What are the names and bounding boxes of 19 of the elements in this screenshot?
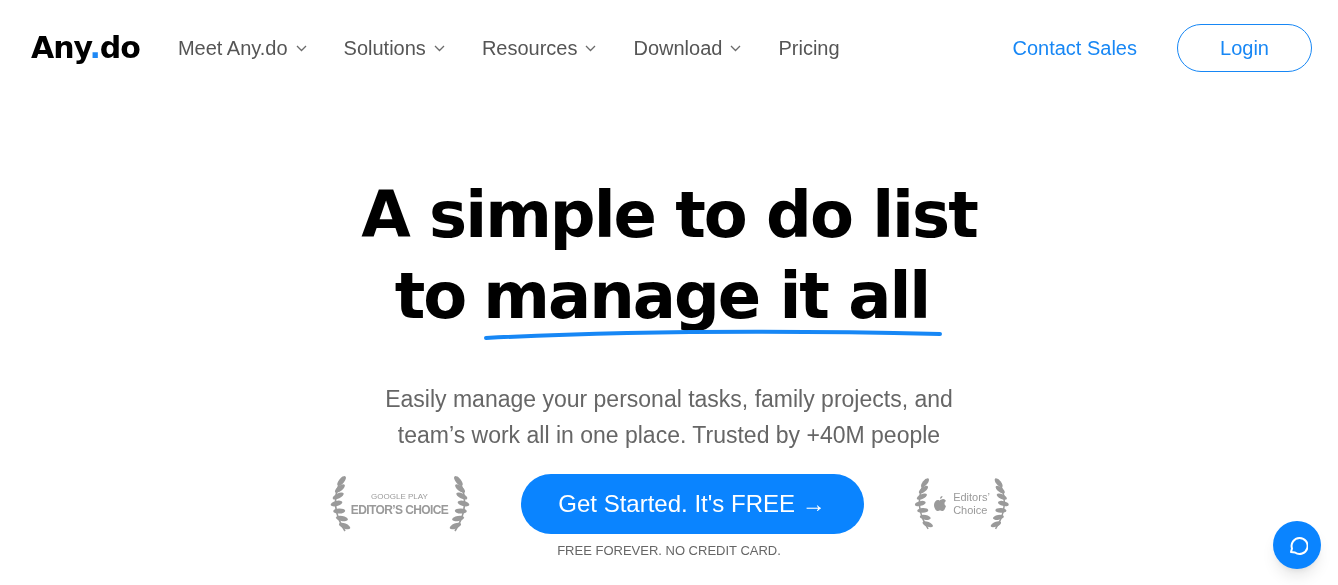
nav-menu-item[interactable]: Resources (481, 33, 597, 63)
cta-note: FREE FOREVER. NO CREDIT CARD. (557, 544, 781, 558)
chat-button[interactable] (1273, 521, 1321, 569)
badge-label: GOOGLE PLAY (371, 492, 428, 501)
get-started-button[interactable]: Get Started. It's FREE → (520, 474, 864, 534)
badge-label: Choice (953, 504, 989, 517)
subtitle: Easily manage your personal tasks, family projects, and team’s work all in one place. Trusted by +40M people (384, 385, 954, 450)
headline: A simple to do list (361, 177, 977, 254)
badge-label: Editors’ (953, 491, 990, 504)
badge-label: EDITOR’S CHOICE (350, 503, 449, 516)
headline: manage it all (483, 263, 931, 329)
logo[interactable]: Any.do (31, 33, 140, 63)
headline: to (394, 258, 466, 335)
contact-sales-link[interactable]: Contact Sales (1012, 33, 1137, 63)
nav-menu-item[interactable]: Solutions (343, 33, 445, 63)
nav-menu-item[interactable]: Meet Any.do (177, 33, 307, 63)
nav-menu-item[interactable]: Pricing (778, 33, 840, 63)
nav-menu-item[interactable]: Download (633, 33, 742, 63)
apple-icon (933, 496, 948, 512)
